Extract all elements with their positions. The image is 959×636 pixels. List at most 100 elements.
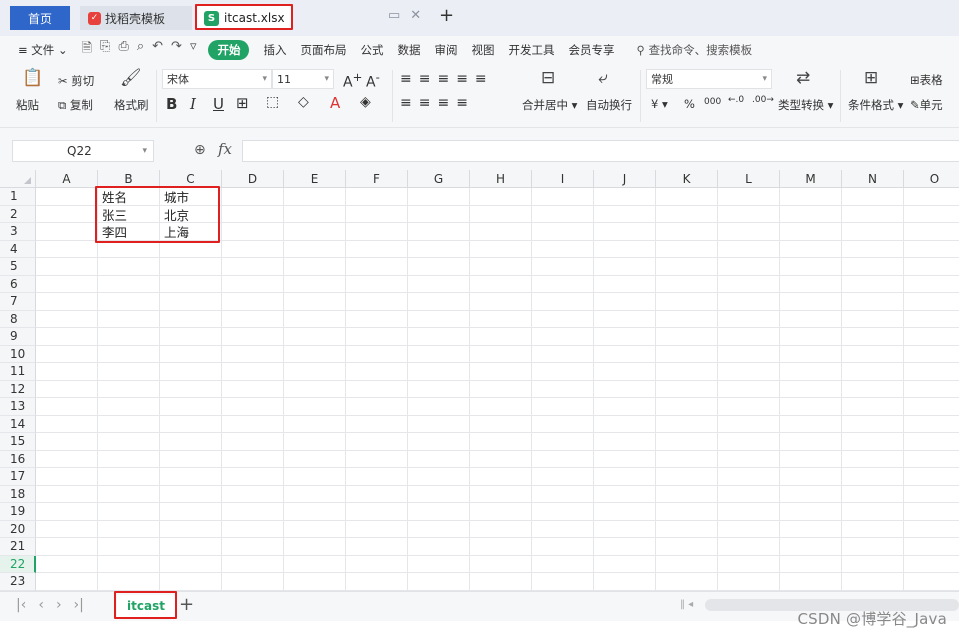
menu-file[interactable]: ≡ 文件 ⌄ (18, 42, 68, 58)
column-header[interactable]: O (904, 170, 959, 188)
undo-icon[interactable]: ↶ (152, 39, 163, 61)
row-header[interactable]: 17 (0, 468, 36, 486)
row-header[interactable]: 6 (0, 275, 36, 293)
zoom-formula-icon[interactable]: ⊕ (194, 142, 206, 158)
scroll-left-icon[interactable]: ‖ ◂ (680, 599, 693, 610)
command-search[interactable]: ⚲ 查找命令、搜索模板 (636, 42, 752, 58)
column-header[interactable]: F (346, 170, 408, 188)
table-cell[interactable]: 北京 (160, 206, 222, 224)
next-sheet-icon[interactable]: › (56, 597, 62, 613)
menu-view[interactable]: 视图 (471, 42, 494, 58)
menu-insert[interactable]: 插入 (263, 42, 286, 58)
customize-icon[interactable]: ▿ (190, 39, 197, 61)
name-box[interactable]: Q22 ▾ (12, 140, 154, 162)
column-header[interactable]: C (160, 170, 222, 188)
column-header[interactable]: E (284, 170, 346, 188)
row-header[interactable]: 19 (0, 503, 36, 521)
last-sheet-icon[interactable]: ›| (74, 597, 84, 613)
column-header[interactable]: J (594, 170, 656, 188)
bold-icon[interactable]: B (166, 95, 177, 113)
row-header[interactable]: 20 (0, 520, 36, 538)
menu-data[interactable]: 数据 (397, 42, 420, 58)
row-header[interactable]: 13 (0, 398, 36, 416)
menu-page-layout[interactable]: 页面布局 (300, 42, 346, 58)
row-header[interactable]: 21 (0, 538, 36, 556)
table-style-button[interactable]: ⊞表格 (910, 72, 943, 88)
row-header[interactable]: 10 (0, 345, 36, 363)
tab-template-store[interactable]: ✓ 找稻壳模板 (80, 6, 192, 30)
table-cell[interactable]: 上海 (160, 223, 222, 241)
fill-color-icon[interactable]: ◇ (298, 94, 309, 110)
tab-home[interactable]: 首页 (10, 6, 70, 30)
currency-button[interactable]: ¥ ▾ (651, 97, 668, 111)
decrease-decimal-icon[interactable]: .00→ (752, 95, 774, 105)
print-preview-icon[interactable]: ⌕ (137, 39, 144, 61)
close-tab-icon[interactable]: ✕ (410, 8, 421, 23)
menu-member[interactable]: 会员专享 (568, 42, 614, 58)
paste-button[interactable]: 粘贴 (16, 97, 39, 113)
menu-developer[interactable]: 开发工具 (508, 42, 554, 58)
row-header[interactable]: 4 (0, 240, 36, 258)
save-icon[interactable]: 🗎 (82, 39, 92, 61)
first-sheet-icon[interactable]: |‹ (16, 597, 26, 613)
wrap-text-icon[interactable]: ⤶ (598, 68, 608, 88)
column-header[interactable]: B (98, 170, 160, 188)
monitor-icon[interactable]: ▭ (388, 8, 400, 23)
row-header[interactable]: 22 (0, 555, 36, 573)
column-header[interactable]: D (222, 170, 284, 188)
merge-center-button[interactable]: 合并居中 ▾ (522, 97, 577, 113)
percent-button[interactable]: % (684, 97, 695, 111)
tab-itcast-file[interactable]: S itcast.xlsx (195, 6, 293, 30)
font-color-icon[interactable]: A (330, 94, 340, 112)
prev-sheet-icon[interactable]: ‹ (38, 597, 44, 613)
row-header[interactable]: 9 (0, 328, 36, 346)
column-header[interactable]: K (656, 170, 718, 188)
row-header[interactable]: 18 (0, 485, 36, 503)
format-painter-button[interactable]: 格式刷 (114, 97, 149, 113)
type-convert-button[interactable]: 类型转换 ▾ (778, 97, 833, 113)
table-cell[interactable]: 张三 (98, 206, 160, 224)
print-icon[interactable]: ⎙ (118, 39, 128, 61)
row-header[interactable]: 5 (0, 258, 36, 276)
formula-input[interactable] (242, 140, 959, 162)
sheet-tab-itcast[interactable]: itcast (117, 595, 175, 617)
redo-icon[interactable]: ↷ (171, 39, 182, 61)
add-sheet-icon[interactable]: + (179, 594, 194, 615)
fill-style-icon[interactable]: ⬚ (266, 94, 279, 110)
merge-center-icon[interactable]: ⊟ (541, 68, 555, 88)
conditional-format-icon[interactable]: ⊞ (864, 68, 878, 88)
row-header[interactable]: 14 (0, 415, 36, 433)
thousands-button[interactable]: 000 (704, 97, 721, 107)
row-header[interactable]: 8 (0, 310, 36, 328)
italic-icon[interactable]: I (190, 95, 196, 113)
underline-icon[interactable]: U (213, 95, 224, 113)
row-header[interactable]: 15 (0, 433, 36, 451)
row-header[interactable]: 12 (0, 380, 36, 398)
menu-formula[interactable]: 公式 (360, 42, 383, 58)
number-format-select[interactable]: 常规 ▾ (646, 69, 772, 89)
cell-style-button[interactable]: ✎单元 (910, 97, 943, 113)
font-grow-icon[interactable]: A+ (343, 70, 362, 91)
select-all-corner[interactable] (0, 170, 36, 188)
copy-button[interactable]: ⧉ 复制 (58, 97, 93, 113)
paste-icon[interactable]: 📋 (22, 68, 43, 88)
column-header[interactable]: G (408, 170, 470, 188)
font-shrink-icon[interactable]: A- (366, 70, 380, 91)
sheet-grid[interactable]: A B C D E F G H I J K L M N O 1 2 3 4 5 6 7 8 9 10 11 12 13 14 15 16 17… (0, 170, 959, 591)
increase-decimal-icon[interactable]: ←.0 (728, 95, 744, 105)
conditional-format-button[interactable]: 条件格式 ▾ (848, 97, 903, 113)
column-header[interactable]: A (36, 170, 98, 188)
row-header[interactable]: 23 (0, 573, 36, 591)
column-header[interactable]: M (780, 170, 842, 188)
border-icon[interactable]: ⊞ (236, 94, 249, 112)
menu-review[interactable]: 审阅 (434, 42, 457, 58)
cut-button[interactable]: ✂ 剪切 (58, 73, 94, 89)
row-header[interactable]: 16 (0, 450, 36, 468)
font-size-select[interactable]: 11 ▾ (272, 69, 334, 89)
format-painter-icon[interactable]: 🖌 (120, 68, 142, 88)
fx-icon[interactable]: fx (218, 140, 232, 158)
row-header[interactable]: 2 (0, 205, 36, 223)
table-cell[interactable]: 李四 (98, 223, 160, 241)
row-header[interactable]: 7 (0, 293, 36, 311)
table-cell[interactable]: 城市 (160, 188, 222, 206)
